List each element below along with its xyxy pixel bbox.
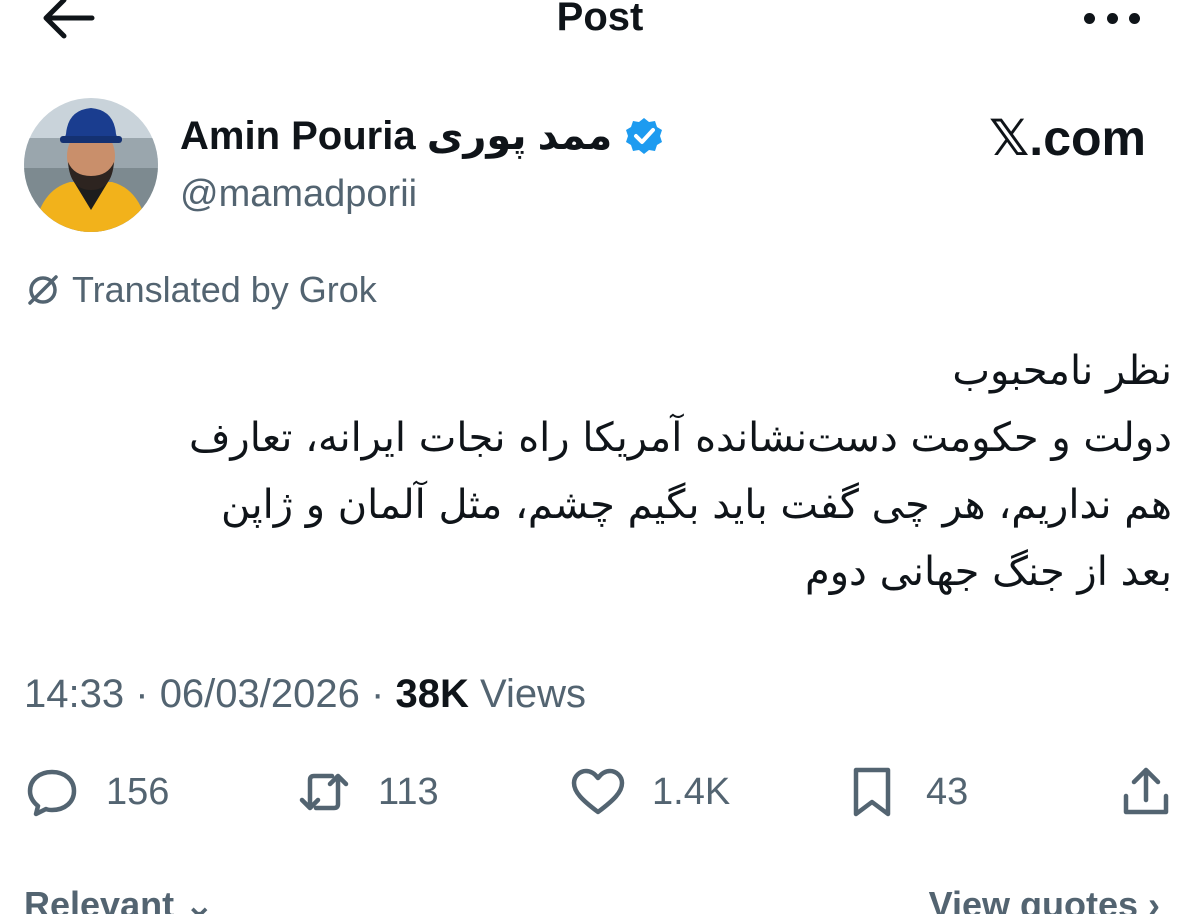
heart-icon	[571, 768, 625, 815]
translation-label: Translated by Grok	[72, 269, 377, 310]
page-title: Post	[556, 0, 644, 39]
more-dot	[1129, 12, 1140, 24]
top-bar: Post	[0, 0, 1200, 42]
reply-icon	[27, 769, 77, 817]
action-bar: 156 113 1.4K 43	[24, 762, 1174, 822]
repost-icon	[299, 773, 349, 811]
verified-badge-icon	[626, 118, 663, 154]
sort-replies-dropdown[interactable]: Relevant ⌄	[24, 884, 214, 914]
author-handle[interactable]: @mamadporii	[180, 170, 417, 218]
author-display-name[interactable]: Amin Pouria ممد پوری	[180, 110, 612, 162]
more-options-button[interactable]	[1084, 8, 1140, 28]
post-date[interactable]: 06/03/2026	[160, 672, 360, 716]
replies-controls: Relevant ⌄ View quotes ›	[24, 884, 1174, 914]
tweet-text: نظر نامحبوب دولت و حکومت دست‌نشانده آمری…	[30, 338, 1172, 606]
grok-icon	[28, 275, 58, 305]
tweet-text-line: نظر نامحبوب	[952, 348, 1172, 394]
avatar[interactable]	[24, 98, 158, 232]
tweet-text-line: دولت و حکومت دست‌نشانده آمریکا راه نجات …	[188, 415, 1172, 461]
view-quotes-link[interactable]: View quotes ›	[929, 884, 1160, 914]
reply-button[interactable]: 156	[24, 762, 169, 822]
share-button[interactable]	[1118, 762, 1174, 822]
bookmark-count: 43	[926, 770, 969, 813]
more-horizontal-icon	[1084, 12, 1095, 24]
post-time[interactable]: 14:33	[24, 672, 124, 716]
x-com-watermark: 𝕏.com	[989, 110, 1146, 166]
tweet-text-line: هم نداریم، هر چی گفت باید بگیم چشم، مثل …	[221, 482, 1172, 528]
meta-separator: ·	[371, 672, 385, 716]
author-name-row[interactable]: Amin Pouria ممد پوری	[180, 110, 664, 162]
like-count: 1.4K	[652, 770, 731, 813]
tweet-meta: 14:33 · 06/03/2026 · 38K Views	[24, 666, 586, 722]
reply-count: 156	[106, 770, 170, 813]
tweet-text-line: بعد از جنگ جهانی دوم	[804, 549, 1172, 595]
views-count[interactable]: 38K	[395, 672, 468, 716]
views-label: Views	[479, 672, 586, 716]
bookmark-button[interactable]: 43	[844, 762, 968, 822]
repost-count: 113	[378, 770, 439, 813]
repost-button[interactable]: 113	[296, 762, 439, 822]
translated-by-grok[interactable]: Translated by Grok	[24, 268, 377, 312]
avatar-image	[24, 98, 158, 232]
more-dot	[1106, 12, 1118, 24]
bookmark-icon	[853, 767, 891, 817]
like-button[interactable]: 1.4K	[570, 762, 730, 822]
meta-separator: ·	[135, 672, 149, 716]
share-icon	[1123, 767, 1169, 815]
